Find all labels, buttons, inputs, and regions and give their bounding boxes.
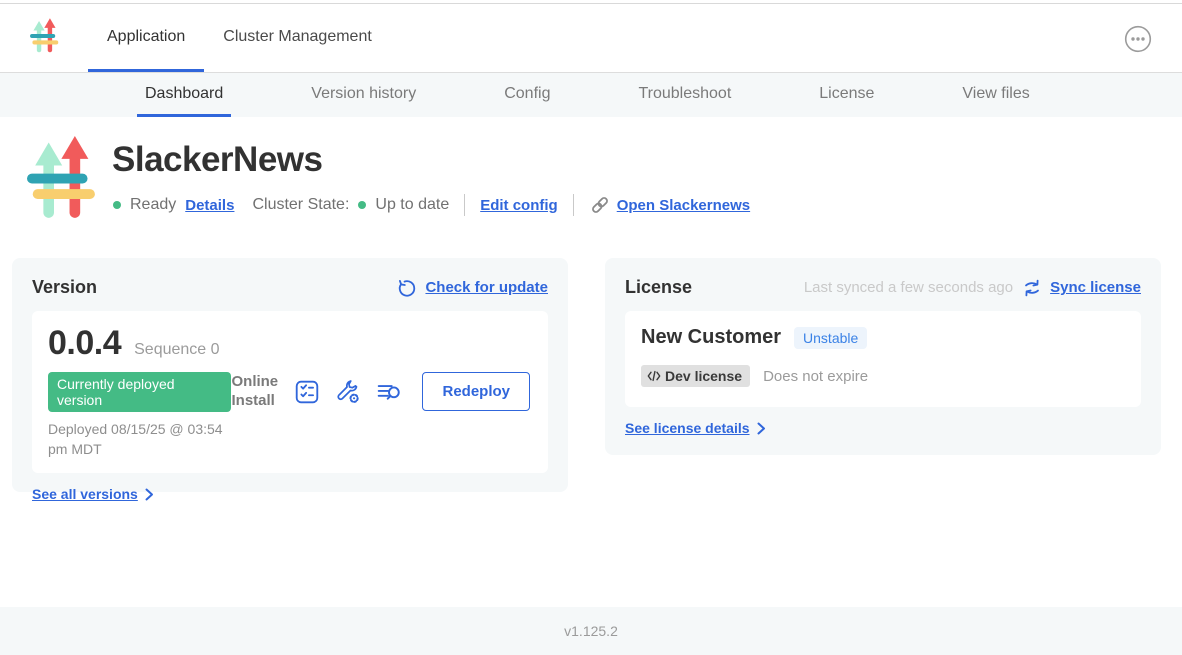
- version-info: 0.0.4 Sequence 0 Currently deployed vers…: [48, 324, 231, 459]
- license-panel: New Customer Unstable Dev license Does n…: [625, 311, 1141, 407]
- tab-view-files[interactable]: View files: [954, 73, 1037, 117]
- tab-config[interactable]: Config: [496, 73, 558, 117]
- check-for-update-button[interactable]: Check for update: [397, 278, 548, 298]
- refresh-icon: [397, 278, 417, 298]
- deployed-timestamp: Deployed 08/15/25 @ 03:54 pm MDT: [48, 420, 231, 459]
- app-subnav: Dashboard Version history Config Trouble…: [0, 72, 1182, 117]
- install-type-label: Online Install: [231, 373, 279, 411]
- tab-license[interactable]: License: [811, 73, 882, 117]
- sequence-label: Sequence 0: [134, 341, 219, 359]
- license-card: License Last synced a few seconds ago Sy…: [605, 258, 1161, 455]
- last-synced-text: Last synced a few seconds ago: [804, 279, 1013, 296]
- cluster-state-dot: [358, 201, 366, 209]
- see-license-details-label: See license details: [625, 420, 750, 436]
- redeploy-button[interactable]: Redeploy: [422, 372, 530, 411]
- dashboard-cards: Version Check for update 0.0.4 Sequence …: [12, 258, 1161, 492]
- version-card-title: Version: [32, 277, 97, 298]
- tab-dashboard[interactable]: Dashboard: [137, 73, 231, 117]
- check-for-update-label: Check for update: [425, 279, 548, 296]
- deployed-status-badge: Currently deployed version: [48, 372, 231, 412]
- divider: [573, 194, 574, 216]
- checklist-icon: [294, 379, 320, 405]
- version-actions: Online Install: [231, 372, 532, 411]
- chevron-right-icon: [145, 488, 154, 501]
- app-logo-icon: [28, 17, 62, 62]
- license-expiration: Does not expire: [763, 368, 868, 385]
- overflow-menu-button[interactable]: [1124, 25, 1152, 53]
- sync-license-button[interactable]: Sync license: [1022, 278, 1141, 298]
- main-nav-tabs: Application Cluster Management: [88, 4, 391, 72]
- lines-magnifier-icon: [376, 379, 402, 405]
- tab-cluster-management[interactable]: Cluster Management: [204, 4, 391, 72]
- app-status-row: Ready Details Cluster State: Up to date …: [113, 194, 750, 216]
- app-status-dot: [113, 201, 121, 209]
- config-tools-button[interactable]: [335, 379, 361, 405]
- sync-arrows-icon: [1022, 278, 1042, 298]
- see-all-versions-label: See all versions: [32, 486, 138, 502]
- wrench-gear-icon: [335, 379, 361, 405]
- cluster-state-value: Up to date: [375, 196, 449, 214]
- cluster-state-label: Cluster State:: [252, 196, 349, 214]
- license-card-title: License: [625, 277, 692, 298]
- ellipsis-circle-icon: [1124, 25, 1152, 53]
- page-title: SlackerNews: [112, 140, 322, 180]
- admin-console-version: v1.125.2: [564, 623, 618, 639]
- chevron-right-icon: [757, 422, 766, 435]
- tab-application[interactable]: Application: [88, 4, 204, 72]
- channel-badge: Unstable: [794, 327, 867, 349]
- license-type-label: Dev license: [665, 368, 742, 384]
- open-app-label: Open Slackernews: [617, 197, 750, 214]
- tab-version-history[interactable]: Version history: [303, 73, 424, 117]
- divider: [464, 194, 465, 216]
- version-number: 0.0.4: [48, 324, 121, 363]
- app-footer: v1.125.2: [0, 607, 1182, 655]
- main-nav: Application Cluster Management: [0, 4, 1182, 72]
- version-card: Version Check for update 0.0.4 Sequence …: [12, 258, 568, 492]
- see-all-versions-link[interactable]: See all versions: [32, 486, 548, 502]
- tab-troubleshoot[interactable]: Troubleshoot: [630, 73, 739, 117]
- current-version-panel: 0.0.4 Sequence 0 Currently deployed vers…: [32, 311, 548, 473]
- customer-name: New Customer: [641, 326, 781, 349]
- details-link[interactable]: Details: [185, 197, 234, 214]
- see-license-details-link[interactable]: See license details: [625, 420, 1141, 436]
- sync-license-label: Sync license: [1050, 279, 1141, 296]
- code-brackets-icon: [647, 370, 661, 382]
- app-logo-large: [22, 136, 104, 231]
- edit-config-link[interactable]: Edit config: [480, 197, 558, 214]
- view-logs-button[interactable]: [376, 379, 402, 405]
- preflight-checks-button[interactable]: [294, 379, 320, 405]
- open-app-link[interactable]: Open Slackernews: [589, 194, 750, 216]
- chain-link-icon: [589, 194, 611, 216]
- license-type-tag: Dev license: [641, 365, 750, 387]
- app-status-text: Ready: [130, 196, 176, 214]
